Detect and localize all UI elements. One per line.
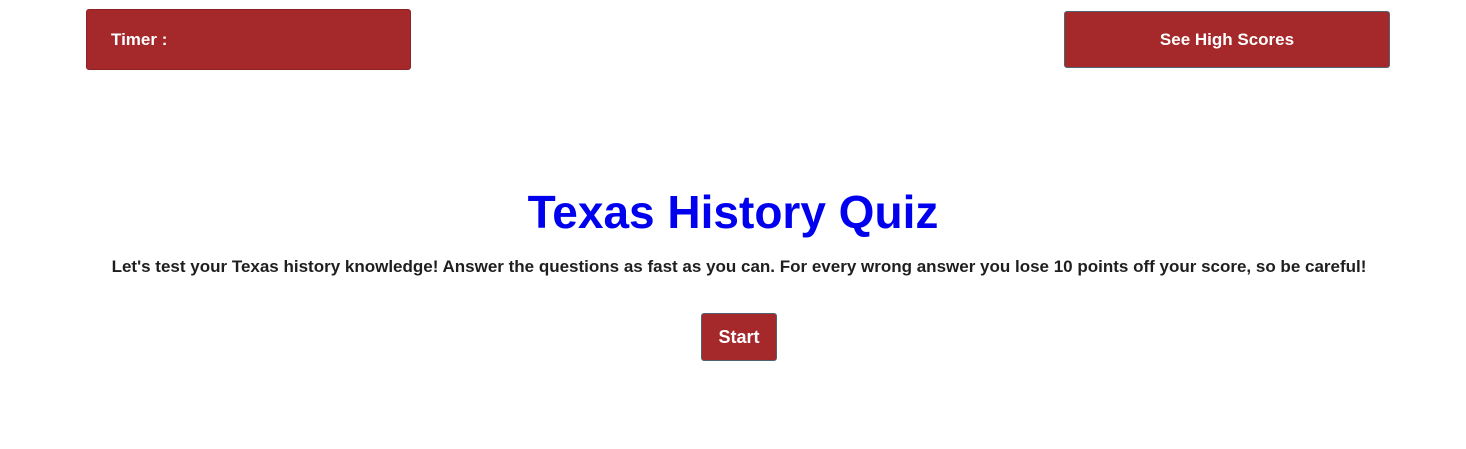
page-title: Texas History Quiz [527, 186, 939, 238]
timer-label: Timer : [111, 29, 168, 49]
see-high-scores-button[interactable]: See High Scores [1064, 11, 1390, 68]
timer-display: Timer : [86, 9, 411, 70]
quiz-instructions: Let's test your Texas history knowledge!… [111, 257, 1367, 276]
start-button[interactable]: Start [701, 313, 777, 361]
